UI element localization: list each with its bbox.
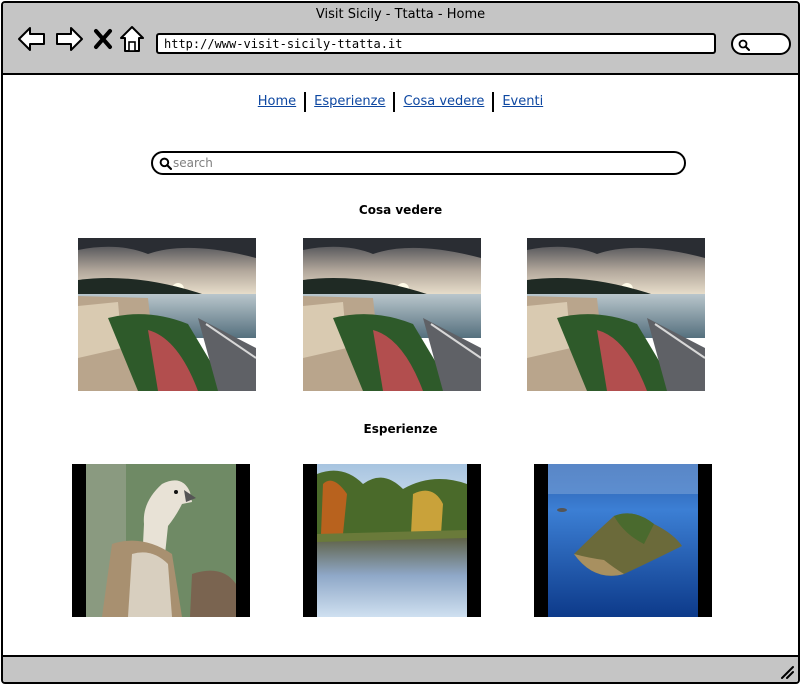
close-x-icon[interactable] bbox=[92, 25, 114, 53]
url-field[interactable] bbox=[156, 33, 716, 54]
resize-grip-icon[interactable] bbox=[778, 663, 794, 679]
window-title: Visit Sicily - Ttatta - Home bbox=[315, 7, 486, 22]
browser-search-box[interactable] bbox=[731, 33, 791, 55]
browser-window: Visit Sicily - Ttatta - Home Home Esperi… bbox=[1, 1, 800, 684]
nav-link-eventi[interactable]: Eventi bbox=[494, 93, 551, 111]
nav-link-home[interactable]: Home bbox=[250, 93, 304, 111]
browser-statusbar bbox=[3, 655, 798, 682]
coastal-town-sunset-photo[interactable] bbox=[527, 238, 705, 391]
autumn-lake-photo[interactable] bbox=[303, 464, 481, 617]
site-search-box bbox=[151, 151, 686, 175]
search-input[interactable] bbox=[173, 154, 673, 172]
coastal-town-sunset-photo[interactable] bbox=[303, 238, 481, 391]
vulture-bird-photo[interactable] bbox=[72, 464, 250, 617]
section-title-cosa-vedere: Cosa vedere bbox=[358, 203, 443, 217]
search-icon bbox=[738, 39, 750, 51]
page-content: Home Esperienze Cosa vedere Eventi Cosa … bbox=[3, 75, 798, 657]
nav-link-esperienze[interactable]: Esperienze bbox=[306, 93, 393, 111]
main-navigation: Home Esperienze Cosa vedere Eventi bbox=[3, 92, 798, 112]
island-aerial-photo[interactable] bbox=[534, 464, 712, 617]
search-icon bbox=[159, 157, 172, 170]
nav-link-cosa-vedere[interactable]: Cosa vedere bbox=[395, 93, 492, 111]
section-title-esperienze: Esperienze bbox=[363, 422, 438, 436]
browser-titlebar: Visit Sicily - Ttatta - Home bbox=[3, 3, 798, 75]
forward-arrow-icon[interactable] bbox=[54, 25, 84, 53]
coastal-town-sunset-photo[interactable] bbox=[78, 238, 256, 391]
home-icon[interactable] bbox=[119, 25, 145, 53]
back-arrow-icon[interactable] bbox=[17, 25, 47, 53]
